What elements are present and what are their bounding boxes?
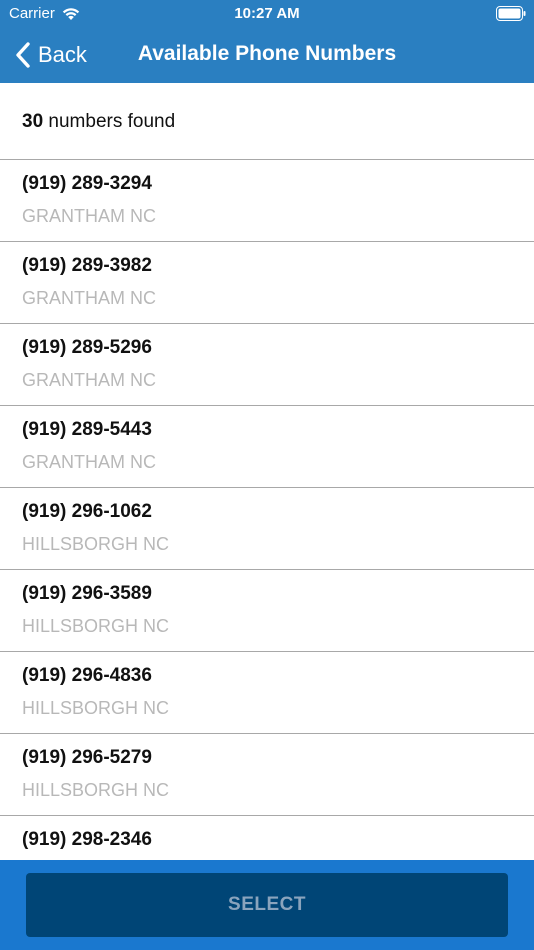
list-item[interactable]: (919) 298-2346 xyxy=(0,816,534,860)
phone-number: (919) 298-2346 xyxy=(22,829,152,850)
list-item[interactable]: (919) 289-5296 GRANTHAM NC xyxy=(0,324,534,406)
results-suffix: numbers found xyxy=(43,111,176,132)
results-count: 30 xyxy=(22,111,44,132)
phone-city: GRANTHAM NC xyxy=(22,206,156,226)
select-button[interactable]: SELECT xyxy=(26,873,508,937)
phone-number: (919) 289-3294 xyxy=(22,173,152,194)
phone-number: (919) 289-5296 xyxy=(22,337,152,358)
list-item[interactable]: (919) 289-3294 GRANTHAM NC xyxy=(0,160,534,242)
phone-number-list[interactable]: (919) 289-3294 GRANTHAM NC (919) 289-398… xyxy=(0,160,534,860)
phone-number: (919) 289-3982 xyxy=(22,255,152,276)
phone-city: GRANTHAM NC xyxy=(22,370,156,390)
phone-city: GRANTHAM NC xyxy=(22,288,156,308)
status-bar: Carrier 10:27 AM xyxy=(0,0,534,28)
page-title: Available Phone Numbers xyxy=(137,42,397,65)
footer-bar: SELECT xyxy=(0,860,534,950)
phone-number: (919) 296-5279 xyxy=(22,747,152,768)
phone-city: HILLSBORGH NC xyxy=(22,616,170,636)
status-time: 10:27 AM xyxy=(234,5,300,22)
phone-city: HILLSBORGH NC xyxy=(22,780,170,800)
phone-city: GRANTHAM NC xyxy=(22,452,156,472)
top-bar: Carrier 10:27 AM Back Available Phone Nu… xyxy=(0,0,534,83)
phone-city: HILLSBORGH NC xyxy=(22,534,170,554)
list-item[interactable]: (919) 289-5443 GRANTHAM NC xyxy=(0,406,534,488)
results-summary: 30 numbers found xyxy=(0,83,534,160)
list-item[interactable]: (919) 296-1062 HILLSBORGH NC xyxy=(0,488,534,570)
list-item[interactable]: (919) 296-4836 HILLSBORGH NC xyxy=(0,652,534,734)
phone-number: (919) 289-5443 xyxy=(22,419,152,440)
phone-number: (919) 296-4836 xyxy=(22,665,152,686)
results-count-text: 30 numbers found xyxy=(22,111,175,133)
navigation-bar: Back Available Phone Numbers xyxy=(0,28,534,83)
list-item[interactable]: (919) 296-5279 HILLSBORGH NC xyxy=(0,734,534,816)
phone-number: (919) 296-1062 xyxy=(22,501,152,522)
list-item[interactable]: (919) 296-3589 HILLSBORGH NC xyxy=(0,570,534,652)
battery-icon xyxy=(496,6,526,21)
phone-number: (919) 296-3589 xyxy=(22,583,152,604)
list-item[interactable]: (919) 289-3982 GRANTHAM NC xyxy=(0,242,534,324)
phone-city: HILLSBORGH NC xyxy=(22,698,170,718)
